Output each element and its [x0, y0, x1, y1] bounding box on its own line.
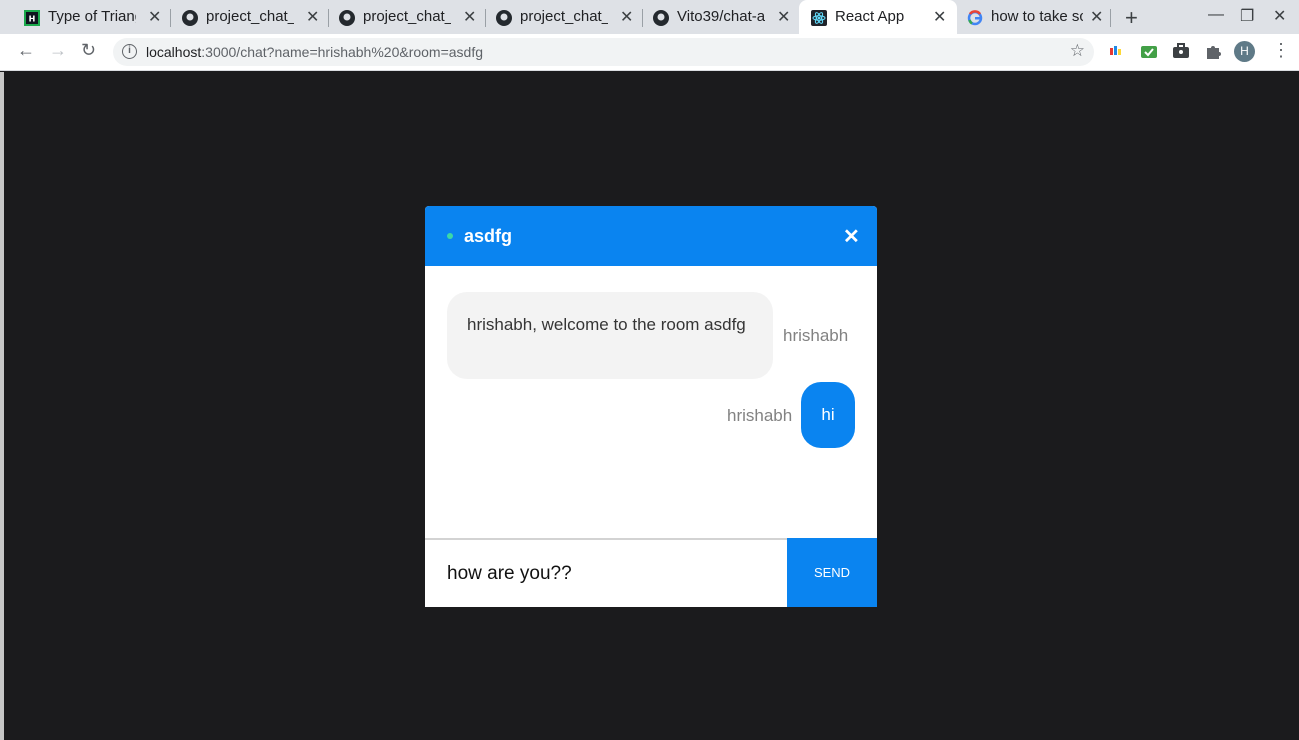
- new-tab-button[interactable]: +: [1125, 5, 1138, 31]
- tab-title: React App: [835, 8, 905, 25]
- google-icon: [967, 10, 983, 26]
- browser-toolbar: ← → ↻ i localhost:3000/chat?name=hrishab…: [0, 34, 1299, 71]
- tab-react-app[interactable]: React App ✕: [799, 0, 957, 34]
- close-tab-icon[interactable]: ✕: [933, 7, 946, 27]
- react-icon: [811, 10, 827, 26]
- github-icon: [339, 10, 355, 26]
- restore-icon[interactable]: ❐: [1240, 6, 1254, 26]
- site-info-icon[interactable]: i: [122, 44, 137, 59]
- profile-avatar[interactable]: H: [1234, 41, 1255, 62]
- tab-title: project_chat_app: [363, 8, 451, 25]
- extension-icon-3[interactable]: [1172, 42, 1190, 60]
- github-icon: [496, 10, 512, 26]
- message-sender: hrishabh: [727, 406, 793, 425]
- reload-icon[interactable]: ↻: [81, 40, 96, 61]
- chat-header: asdfg ✕: [425, 206, 877, 266]
- online-status-icon: [447, 233, 453, 239]
- close-window-icon[interactable]: ✕: [1273, 6, 1286, 26]
- tab-vito-chat-app[interactable]: Vito39/chat-app ✕: [629, 0, 799, 34]
- message-input[interactable]: [425, 540, 787, 607]
- close-tab-icon[interactable]: ✕: [777, 7, 790, 27]
- message-bubble-sent: hi: [801, 382, 855, 448]
- close-chat-button[interactable]: ✕: [843, 224, 860, 249]
- tab-strip: H Type of Triangle ✕ project_chat_app ✕ …: [0, 0, 1299, 34]
- message-sender: hrishabh: [783, 326, 849, 345]
- tab-project-chat-2[interactable]: project_chat_app ✕: [315, 0, 486, 34]
- tab-title: Vito39/chat-app: [677, 8, 765, 25]
- message-text: hrishabh, welcome to the room asdfg: [467, 315, 746, 334]
- minimize-icon[interactable]: —: [1208, 6, 1224, 24]
- github-icon: [653, 10, 669, 26]
- message-bubble-received: hrishabh, welcome to the room asdfg: [447, 292, 773, 379]
- close-tab-icon[interactable]: ✕: [1090, 7, 1103, 27]
- send-button[interactable]: SEND: [787, 538, 877, 607]
- tab-title: how to take screenshot: [991, 8, 1083, 25]
- chat-container: asdfg ✕ hrishabh, welcome to the room as…: [425, 206, 877, 607]
- message-text: hi: [821, 405, 835, 424]
- room-name: asdfg: [464, 226, 513, 246]
- hackerrank-icon: H: [24, 10, 40, 26]
- tab-google-search[interactable]: how to take screenshot ✕: [957, 0, 1113, 34]
- tab-type-of-triangle[interactable]: H Type of Triangle ✕: [0, 0, 171, 34]
- forward-icon[interactable]: →: [49, 40, 67, 61]
- extension-icon-2[interactable]: [1140, 42, 1158, 60]
- extension-icon-1[interactable]: [1108, 42, 1126, 60]
- extensions-puzzle-icon[interactable]: [1204, 42, 1222, 60]
- tab-project-chat-3[interactable]: project_chat_app ✕: [472, 0, 643, 34]
- tab-project-chat-1[interactable]: project_chat_app ✕: [158, 0, 329, 34]
- address-bar[interactable]: i localhost:3000/chat?name=hrishabh%20&r…: [113, 38, 1094, 66]
- tab-title: project_chat_app: [206, 8, 294, 25]
- tab-title: Type of Triangle: [48, 8, 136, 25]
- github-icon: [182, 10, 198, 26]
- tab-title: project_chat_app: [520, 8, 608, 25]
- svg-text:H: H: [29, 15, 36, 24]
- back-icon[interactable]: ←: [17, 40, 35, 61]
- message-composer: SEND: [425, 538, 877, 607]
- url-text: localhost:3000/chat?name=hrishabh%20&roo…: [146, 44, 484, 60]
- bookmark-star-icon[interactable]: ☆: [1070, 41, 1085, 61]
- browser-menu-icon[interactable]: ⋮: [1272, 40, 1290, 61]
